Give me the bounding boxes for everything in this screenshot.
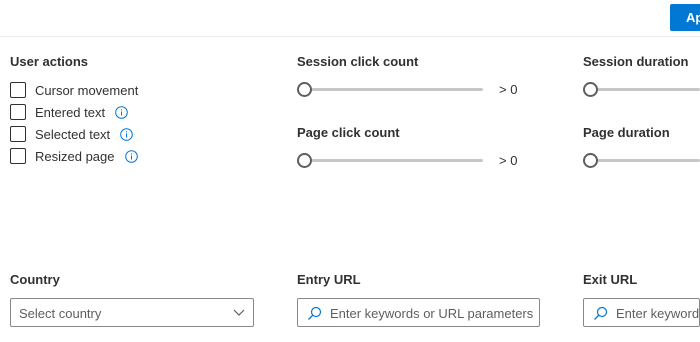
checkbox-entered-text[interactable]: Entered text — [10, 103, 128, 121]
exit-url-search-input[interactable]: Enter keywords or URL parameters — [583, 298, 700, 327]
country-dropdown[interactable]: Select country — [10, 298, 254, 327]
exit-url-title: Exit URL — [583, 272, 638, 287]
checkbox-selected-text[interactable]: Selected text — [10, 125, 133, 143]
chevron-down-icon — [233, 309, 245, 316]
page-click-count-slider[interactable] — [297, 152, 485, 168]
page-duration-slider[interactable] — [583, 152, 700, 168]
checkbox-label: Cursor movement — [35, 82, 139, 98]
checkbox-box[interactable] — [10, 82, 26, 98]
session-duration-title: Session duration — [583, 54, 689, 69]
country-title: Country — [10, 272, 60, 287]
entry-url-placeholder: Enter keywords or URL parameters — [330, 306, 534, 321]
checkbox-box[interactable] — [10, 148, 26, 164]
entry-url-title: Entry URL — [297, 272, 361, 287]
info-icon[interactable] — [115, 105, 128, 119]
checkbox-label: Resized page — [35, 148, 115, 164]
slider-thumb[interactable] — [297, 82, 312, 97]
search-icon — [308, 306, 322, 320]
slider-thumb[interactable] — [583, 82, 598, 97]
slider-track[interactable] — [297, 88, 483, 91]
info-icon[interactable] — [124, 149, 138, 163]
exit-url-placeholder: Enter keywords or URL parameters — [616, 306, 700, 321]
apply-button[interactable]: Ap — [670, 4, 700, 31]
country-dropdown-placeholder: Select country — [19, 306, 102, 321]
checkbox-box[interactable] — [10, 126, 26, 142]
session-click-count-slider[interactable] — [297, 81, 485, 97]
user-actions-title: User actions — [10, 54, 89, 69]
slider-track[interactable] — [297, 159, 483, 162]
session-click-count-title: Session click count — [297, 54, 419, 69]
checkbox-box[interactable] — [10, 104, 26, 120]
page-click-count-value: > 0 — [499, 153, 518, 168]
search-icon — [594, 306, 608, 320]
page-click-count-title: Page click count — [297, 125, 400, 140]
checkbox-label: Selected text — [35, 126, 111, 142]
info-icon[interactable] — [120, 127, 133, 141]
slider-track[interactable] — [583, 159, 700, 162]
slider-track[interactable] — [583, 88, 700, 91]
checkbox-resized-page[interactable]: Resized page — [10, 147, 138, 165]
checkbox-cursor-movement[interactable]: Cursor movement — [10, 81, 138, 99]
slider-thumb[interactable] — [297, 153, 312, 168]
page-duration-title: Page duration — [583, 125, 670, 140]
checkbox-label: Entered text — [35, 104, 106, 120]
top-bar: Ap — [0, 0, 700, 37]
session-duration-slider[interactable] — [583, 81, 700, 97]
session-click-count-value: > 0 — [499, 82, 518, 97]
slider-thumb[interactable] — [583, 153, 598, 168]
entry-url-search-input[interactable]: Enter keywords or URL parameters — [297, 298, 540, 327]
